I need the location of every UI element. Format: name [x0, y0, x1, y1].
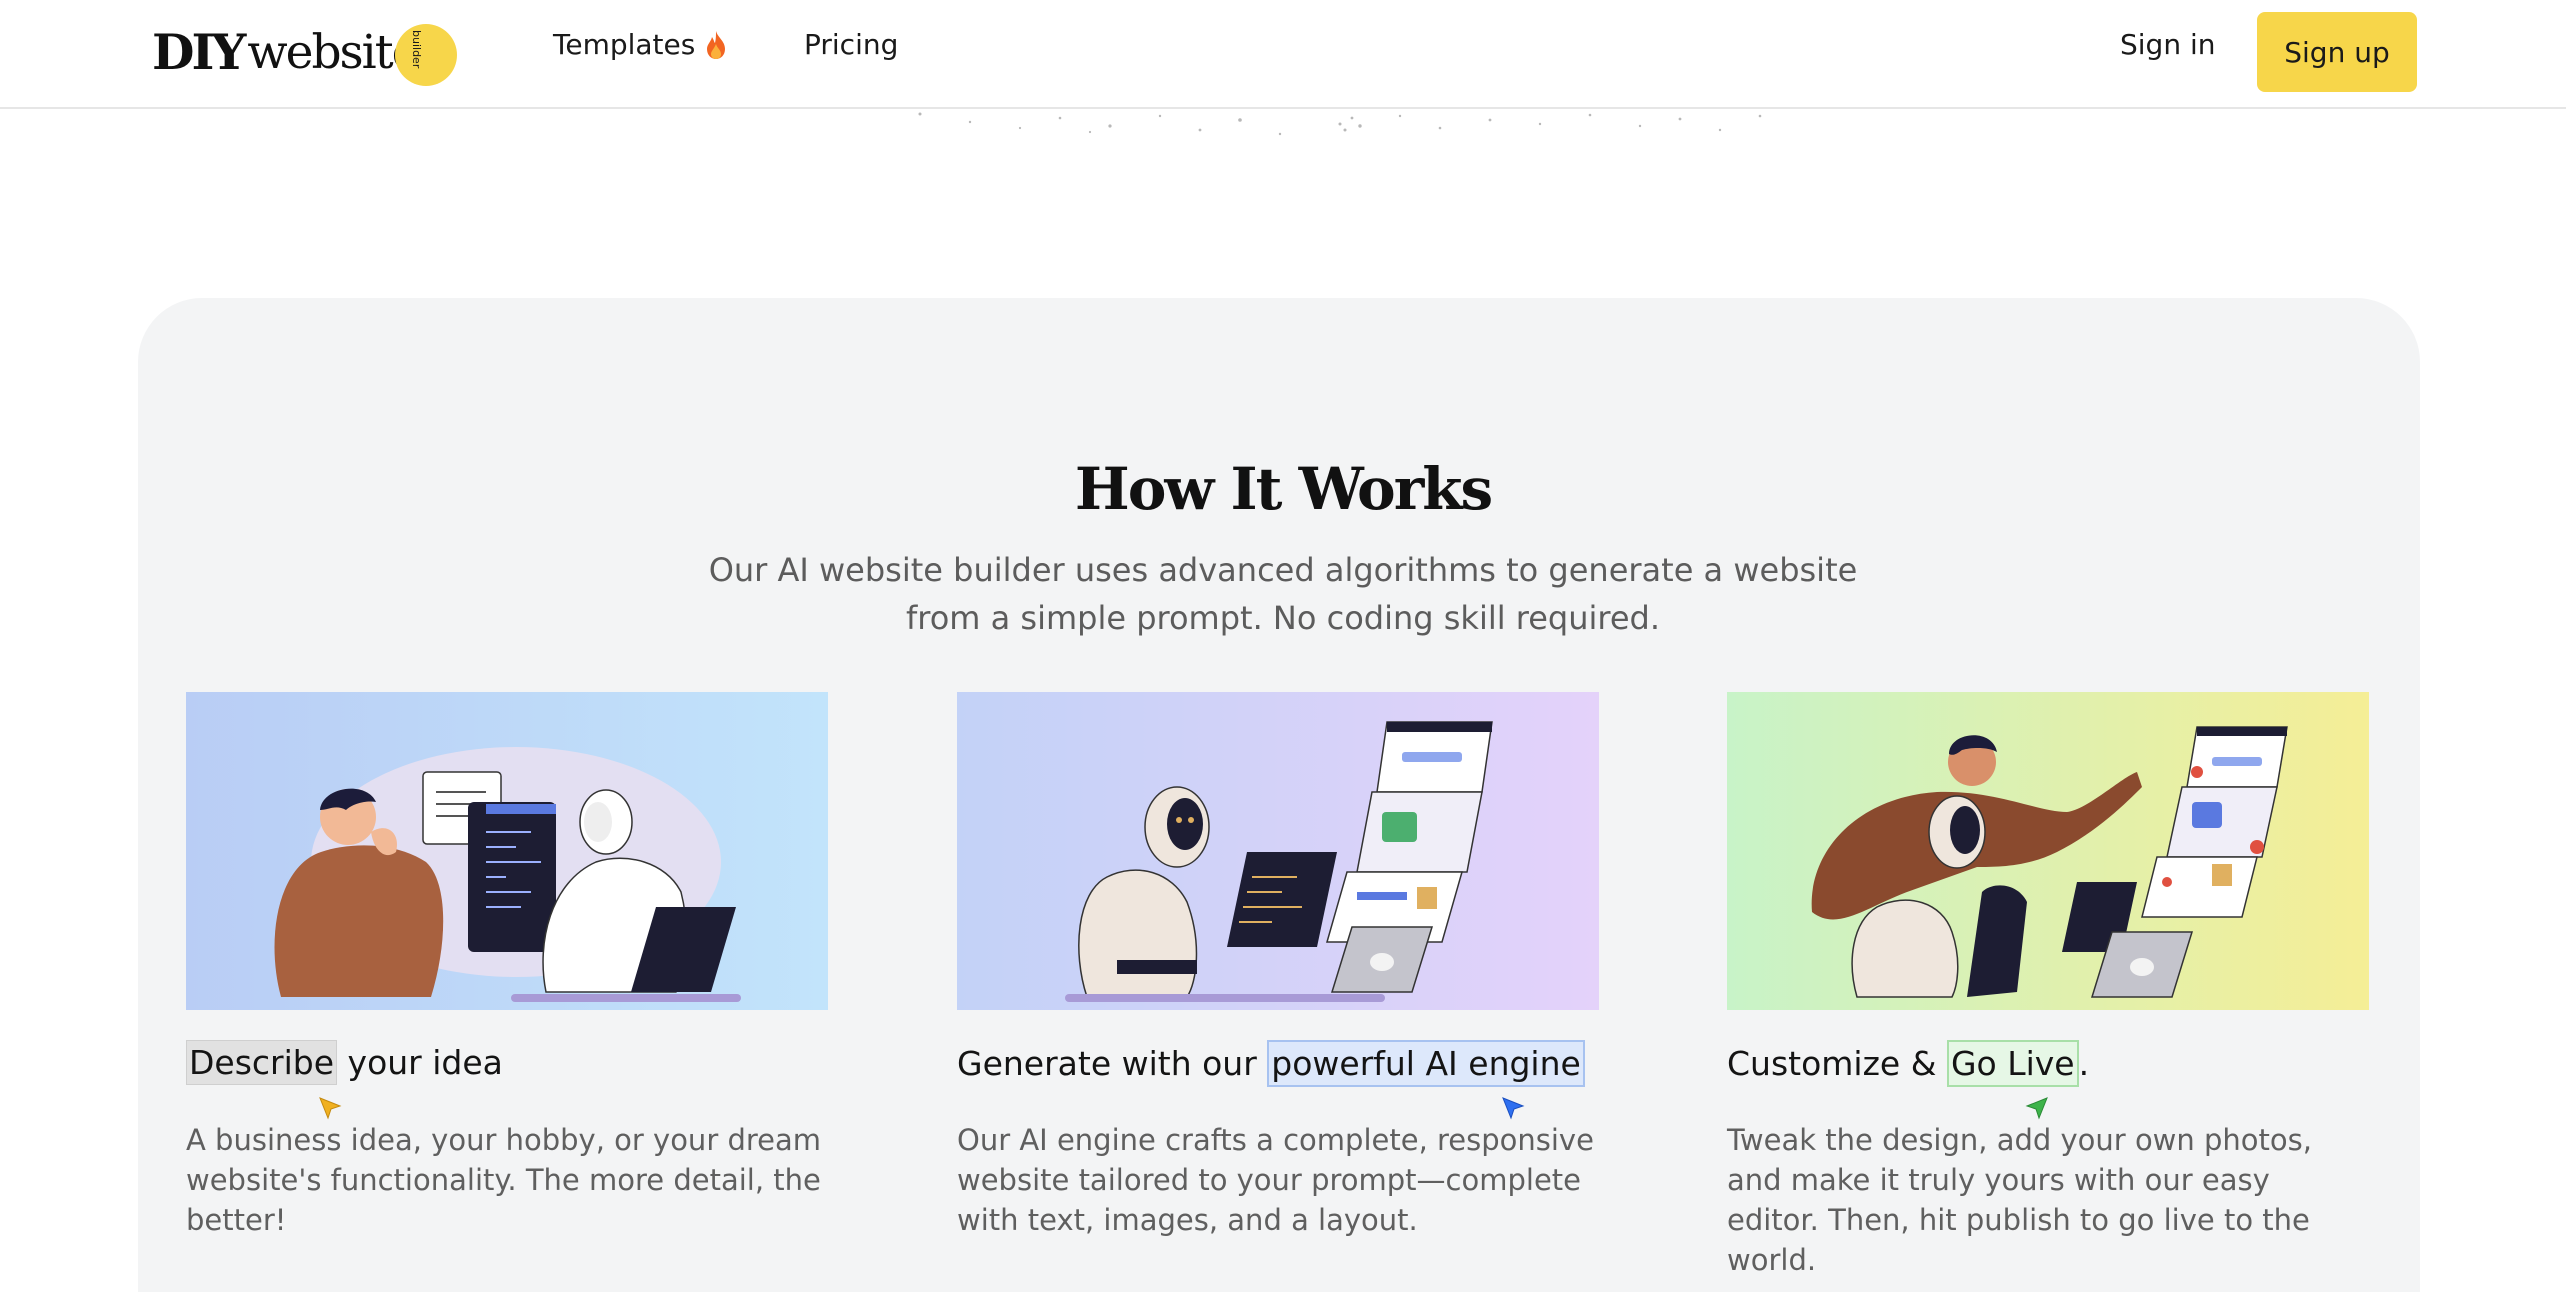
step-description-describe: A business idea, your hobby, or your dre… [186, 1123, 822, 1237]
step-title-generate: Generate with our powerful AI engine [957, 1040, 1585, 1087]
step-title-start: Customize & [1727, 1044, 1947, 1083]
robot-laptop-illustration [957, 692, 1599, 1010]
decorative-dots [918, 112, 1762, 136]
fire-icon [707, 30, 726, 59]
sign-in-link[interactable]: Sign in [2120, 28, 2216, 61]
cursor-pointer-icon [319, 1097, 342, 1120]
step-title-highlight: powerful AI engine [1267, 1040, 1585, 1087]
step-title-start: Generate with our [957, 1044, 1268, 1083]
step-title-highlight: Describe [186, 1040, 338, 1085]
step-card-customize: Customize & Go Live. Tweak the design, a… [1727, 692, 2369, 1277]
section-title: How It Works [1074, 455, 1493, 523]
step-description-generate: Our AI engine crafts a complete, respons… [957, 1123, 1594, 1237]
logo-secondary: website [247, 24, 419, 80]
nav-pricing-label: Pricing [804, 28, 899, 61]
section-subtitle: Our AI website builder uses advanced alg… [708, 551, 1858, 637]
step-card-describe: Describe your idea A business idea, your… [186, 692, 828, 1237]
step-title-describe: Describe your idea [186, 1040, 503, 1085]
sign-up-button[interactable]: Sign up [2257, 12, 2417, 92]
step-title-customize: Customize & Go Live. [1727, 1040, 2089, 1087]
step-title-rest: your idea [337, 1043, 503, 1082]
nav-pricing[interactable]: Pricing [804, 28, 898, 61]
logo-primary: DIY [152, 23, 246, 81]
step-description-customize: Tweak the design, add your own photos, a… [1727, 1123, 2312, 1277]
step-card-generate: Generate with our powerful AI engine Our… [957, 692, 1599, 1237]
person-robot-editing-illustration [1727, 692, 2369, 1010]
nav-templates-label: Templates [553, 28, 696, 61]
step-title-highlight: Go Live [1946, 1040, 2079, 1087]
nav-templates[interactable]: Templates [553, 28, 729, 61]
site-header: DIY website builder Templates Pricing Si… [0, 0, 2566, 109]
logo-badge: builder [395, 24, 458, 86]
step-title-end: . [2078, 1044, 2090, 1083]
person-robot-illustration [186, 692, 828, 1010]
logo[interactable]: DIY website builder [152, 22, 458, 86]
cursor-pointer-icon [2025, 1097, 2048, 1120]
cursor-pointer-icon [1502, 1097, 1525, 1120]
logo-badge-text: builder [410, 30, 424, 69]
